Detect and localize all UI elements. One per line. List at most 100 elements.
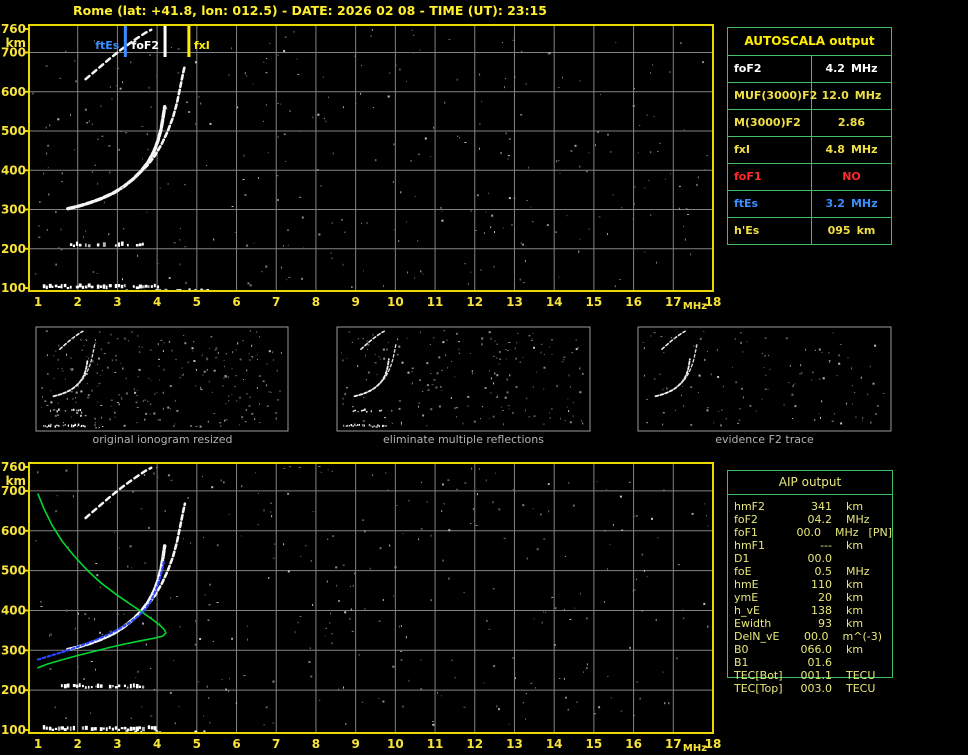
autoscala-row: MUF(3000)F2 12.0 MHz [728,82,891,109]
autoscala-row: ftEs 3.2 MHz [728,190,891,217]
svg-text:15: 15 [586,737,603,751]
aip-rows: hmF2 341 km foF2 04.2 MHz foF1 00.0 MHz [PN] hmF1-… [728,495,892,695]
svg-text:km: km [6,474,26,488]
autoscala-row-value: 2.86 [837,116,866,129]
autoscala-header: AUTOSCALA output [744,34,875,48]
aip-row: TEC[Bot] 001.1 TECU [734,669,876,682]
bottom-ionogram-chart: 760700600500400300200100km1 2 3 4 5 6 7 8 9 10 11 1… [1,460,721,754]
svg-text:600: 600 [1,524,26,538]
svg-text:9: 9 [351,737,359,751]
svg-text:10: 10 [387,737,404,751]
svg-text:18: 18 [705,295,722,309]
autoscala-row: h'Es 095 km [728,217,891,244]
aip-row: ymE 20 km [734,591,864,604]
autoscala-row-label: MUF(3000)F2 [728,83,817,109]
aip-header: AIP output [728,471,892,495]
svg-text:MHz: MHz [683,743,707,754]
autoscala-row-value: 095 km [827,224,876,237]
svg-text:13: 13 [506,295,523,309]
svg-text:9: 9 [351,295,359,309]
aip-output-panel: AIP output hmF2 341 km foF2 04.2 MHz foF1 00.0 M… [727,470,893,695]
autoscala-row-label: foF1 [728,164,812,190]
aip-row: DelN_vE 00.0 m^(-3) [734,630,882,643]
svg-text:14: 14 [546,295,563,309]
thumbnail-evidence-f2-trace [637,326,892,432]
svg-text:18: 18 [705,737,722,751]
autoscala-row: M(3000)F2 2.86 [728,109,891,136]
svg-text:foF2: foF2 [132,39,160,52]
aip-row: foE 0.5 MHz [734,565,870,578]
svg-text:ftEs: ftEs [95,39,120,52]
svg-text:12: 12 [466,295,483,309]
thumbnail-eliminate-reflections [336,326,591,432]
aip-row: B1 01.6 [734,656,832,669]
svg-text:2: 2 [74,295,82,309]
svg-text:17: 17 [665,737,682,751]
svg-text:10: 10 [387,295,404,309]
svg-text:2: 2 [74,737,82,751]
aip-row: TEC[Top] 003.0 TECU [734,682,876,695]
svg-text:7: 7 [272,295,280,309]
svg-text:760: 760 [1,22,26,36]
svg-text:300: 300 [1,643,26,657]
autoscala-row: fxI 4.8 MHz [728,136,891,163]
aip-row: Ewidth 93 km [734,617,864,630]
aip-row: hmF1 --- km [734,539,864,552]
svg-text:300: 300 [1,203,26,217]
svg-text:13: 13 [506,737,523,751]
svg-text:11: 11 [427,295,444,309]
autoscala-row-value: 12.0 MHz [821,89,882,102]
svg-text:3: 3 [113,737,121,751]
svg-text:15: 15 [586,295,603,309]
svg-text:500: 500 [1,124,26,138]
aip-row: D1 00.0 [734,552,832,565]
thumbnail-original-ionogram [35,326,289,432]
svg-text:4: 4 [153,295,161,309]
svg-text:1: 1 [34,295,42,309]
svg-text:5: 5 [193,295,201,309]
aip-row: B0 066.0 km [734,643,864,656]
svg-text:100: 100 [1,723,26,737]
svg-text:100: 100 [1,281,26,295]
svg-text:km: km [6,36,26,50]
svg-text:760: 760 [1,460,26,474]
thumbnail-caption-evidence: evidence F2 trace [715,433,814,446]
svg-text:8: 8 [312,295,320,309]
thumbnail-caption-original: original ionogram resized [92,433,233,446]
autoscala-row-label: ftEs [728,191,812,217]
svg-text:11: 11 [427,737,444,751]
autoscala-row: foF1 NO [728,163,891,190]
svg-text:400: 400 [1,163,26,177]
svg-text:5: 5 [193,737,201,751]
svg-text:400: 400 [1,603,26,617]
svg-text:200: 200 [1,242,26,256]
autoscala-row-label: M(3000)F2 [728,110,812,136]
top-ionogram-chart: ftEs foF2 fxI760700600500400300200100km1 2 3… [1,22,721,312]
svg-text:16: 16 [625,737,642,751]
svg-text:500: 500 [1,564,26,578]
aip-row: foF1 00.0 MHz [PN] [734,526,892,539]
autoscala-row-label: foF2 [728,56,812,82]
autoscala-row-value: 3.2 MHz [825,197,878,210]
svg-text:4: 4 [153,737,161,751]
svg-text:17: 17 [665,295,682,309]
svg-text:600: 600 [1,85,26,99]
autoscala-row-value: 4.2 MHz [825,62,878,75]
autoscala-output-panel: AUTOSCALA output foF2 4.2 MHz MUF(3000)F2 12… [727,27,892,245]
autoscala-row-value: 4.8 MHz [825,143,878,156]
svg-text:fxI: fxI [194,39,210,52]
aip-row: hmE 110 km [734,578,864,591]
svg-text:1: 1 [34,737,42,751]
svg-text:7: 7 [272,737,280,751]
autoscala-rows: foF2 4.2 MHz MUF(3000)F2 12.0 MHz M(3000)F2 2.8… [728,55,891,244]
svg-text:3: 3 [113,295,121,309]
thumbnail-caption-eliminate: eliminate multiple reflections [383,433,544,446]
autoscala-row-label: h'Es [728,218,812,244]
svg-text:6: 6 [232,737,240,751]
svg-text:12: 12 [466,737,483,751]
aip-row: foF2 04.2 MHz [734,513,870,526]
autoscala-screen: Rome (lat: +41.8, lon: 012.5) - DATE: 20… [0,0,968,755]
autoscala-row-label: fxI [728,137,812,163]
autoscala-row: foF2 4.2 MHz [728,55,891,82]
aip-row: hmF2 341 km [734,500,864,513]
